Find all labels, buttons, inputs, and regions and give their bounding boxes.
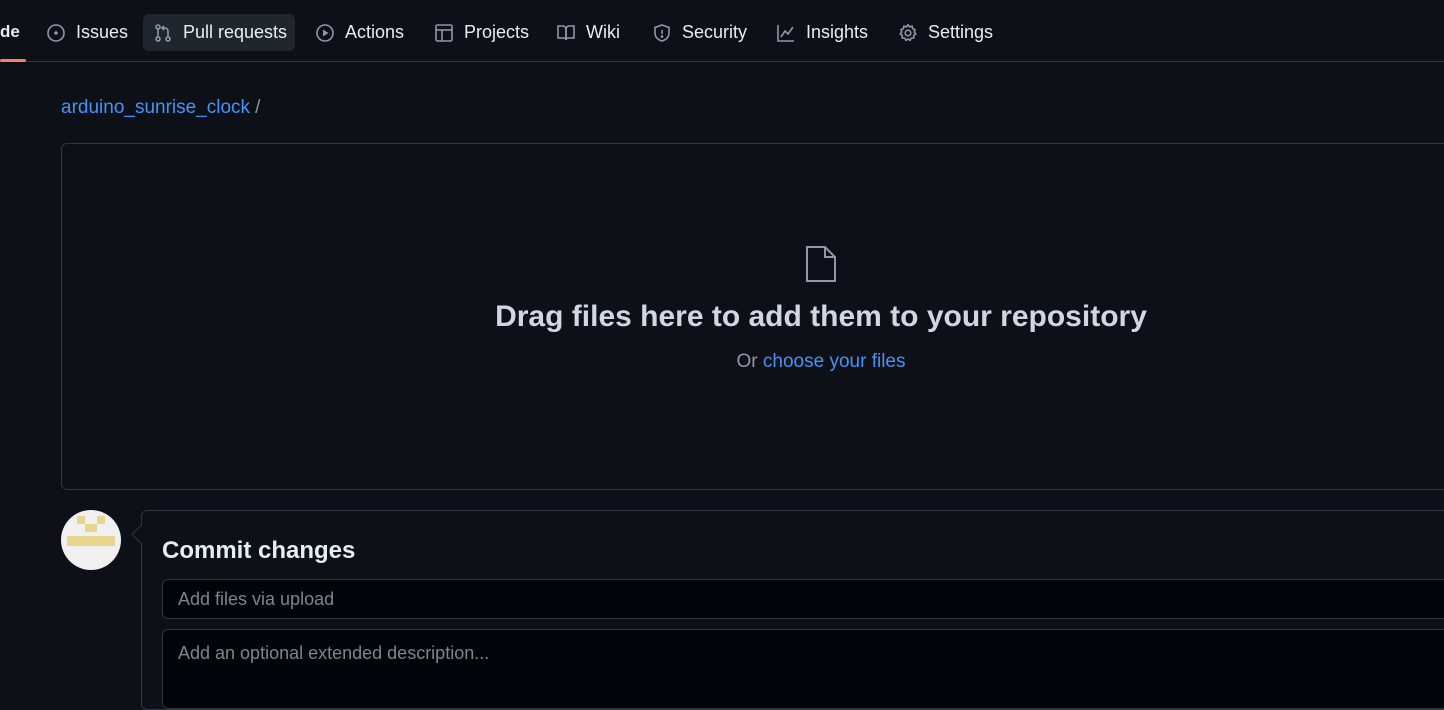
shield-icon xyxy=(652,23,672,43)
breadcrumb: arduino_sunrise_clock / xyxy=(61,97,260,119)
repo-nav-bar: de Issues Pull requests Actions Projects xyxy=(0,0,1444,62)
play-icon xyxy=(315,23,335,43)
tab-wiki[interactable]: Wiki xyxy=(546,14,630,51)
book-icon xyxy=(556,23,576,43)
tab-projects[interactable]: Projects xyxy=(424,14,539,51)
tab-pull-requests-label: Pull requests xyxy=(183,22,288,42)
choose-files-link[interactable]: choose your files xyxy=(763,351,906,372)
issue-opened-icon xyxy=(46,23,66,43)
tab-security[interactable]: Security xyxy=(642,14,757,51)
commit-changes-title: Commit changes xyxy=(162,537,356,564)
avatar[interactable] xyxy=(61,510,121,570)
gear-icon xyxy=(898,23,918,43)
identicon-avatar xyxy=(67,516,115,546)
tab-actions[interactable]: Actions xyxy=(305,14,414,51)
dropzone-title: Drag files here to add them to your repo… xyxy=(495,300,1147,333)
tab-issues-label: Issues xyxy=(76,22,129,42)
tab-code-partial[interactable]: de xyxy=(0,22,20,42)
dropzone-or-text: Or xyxy=(736,351,758,372)
tab-pull-requests[interactable]: Pull requests xyxy=(143,14,295,51)
tab-security-label: Security xyxy=(682,22,748,42)
breadcrumb-separator: / xyxy=(255,97,261,118)
tab-insights-label: Insights xyxy=(806,22,869,42)
tab-settings-label: Settings xyxy=(928,22,994,42)
active-tab-underline xyxy=(0,59,26,62)
tab-projects-label: Projects xyxy=(464,22,530,42)
file-icon xyxy=(804,245,838,283)
git-pull-request-icon xyxy=(153,23,173,43)
tab-actions-label: Actions xyxy=(345,22,405,42)
breadcrumb-repo-link[interactable]: arduino_sunrise_clock xyxy=(61,97,250,118)
tab-wiki-label: Wiki xyxy=(586,22,620,42)
graph-icon xyxy=(776,23,796,43)
table-icon xyxy=(434,23,454,43)
commit-summary-input[interactable] xyxy=(162,579,1444,619)
dropzone-subtitle: Or choose your files xyxy=(0,351,1444,373)
tab-settings[interactable]: Settings xyxy=(888,14,1003,51)
tab-issues[interactable]: Issues xyxy=(36,14,138,51)
tab-insights[interactable]: Insights xyxy=(766,14,878,51)
commit-description-input[interactable] xyxy=(162,629,1444,709)
